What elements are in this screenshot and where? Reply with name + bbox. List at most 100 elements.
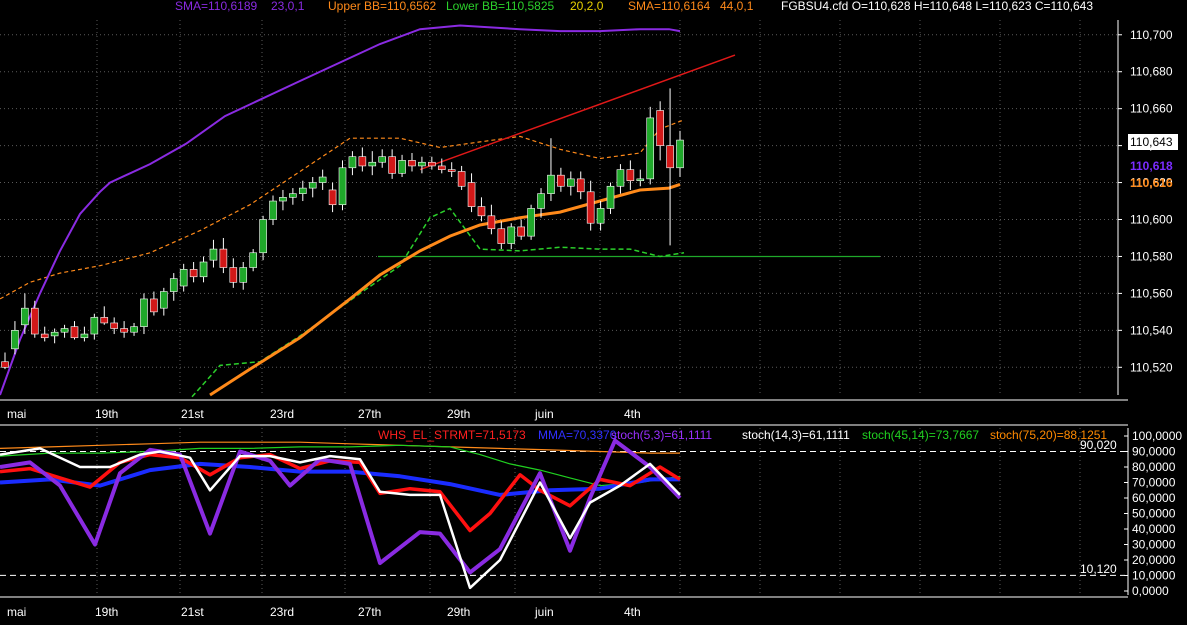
sma-slow-label: SMA=110,6164 bbox=[628, 0, 710, 13]
candle-body bbox=[80, 333, 89, 339]
osc-legend-item: stoch(14,3)=61,1111 bbox=[742, 428, 850, 442]
candle-body bbox=[576, 178, 585, 193]
chart-background bbox=[0, 0, 1187, 625]
candle-body bbox=[517, 226, 525, 237]
date-tick-label: 29th bbox=[447, 605, 470, 619]
candle-body bbox=[388, 156, 396, 174]
candle-body bbox=[21, 307, 29, 326]
level-low-label: 10,120 bbox=[1080, 562, 1117, 576]
quote-label: FGBSU4.cfd O=110,628 H=110,648 L=110,623… bbox=[781, 0, 1093, 13]
candle-body bbox=[477, 206, 486, 217]
bb-lower-label: Lower BB=110,5825 bbox=[446, 0, 555, 13]
candle-body bbox=[616, 169, 625, 187]
price-tick-label: 110,700 bbox=[1130, 28, 1173, 42]
candle-body bbox=[596, 208, 605, 224]
osc-tick-label: 30,0000 bbox=[1132, 538, 1176, 552]
candle-body bbox=[50, 331, 59, 337]
candle-body bbox=[289, 193, 297, 198]
trading-chart[interactable]: SMA=110,6189 23,0,1 Upper BB=110,6562 Lo… bbox=[0, 0, 1187, 625]
candle-body bbox=[447, 169, 456, 172]
candle-body bbox=[169, 278, 178, 292]
date-tick-label: juin bbox=[534, 605, 554, 619]
osc-tick-label: 20,0000 bbox=[1132, 553, 1176, 567]
oscillator-axis: 100,0000 90,000080,0000 70,000060,0000 50,0… bbox=[1124, 428, 1182, 598]
candle-body bbox=[189, 269, 198, 278]
candle-body bbox=[308, 182, 317, 189]
osc-legend-item: WHS_EL_STRMT=71,5173 bbox=[378, 428, 526, 442]
osc-tick-label: 80,0000 bbox=[1132, 460, 1176, 474]
candle-body bbox=[338, 167, 347, 206]
date-tick-label: mai bbox=[7, 407, 26, 421]
candle-body bbox=[537, 193, 545, 209]
candle-body bbox=[418, 161, 426, 167]
candle-body bbox=[229, 267, 238, 283]
candle-body bbox=[110, 322, 118, 329]
candle-body bbox=[567, 178, 575, 187]
sma-slow-params: 44,0,1 bbox=[720, 0, 754, 13]
candle-body bbox=[666, 145, 674, 169]
candle-body bbox=[11, 330, 19, 350]
candle-body bbox=[676, 139, 684, 169]
candle-body bbox=[140, 298, 148, 327]
candle-body bbox=[150, 298, 158, 313]
osc-legend-item: stoch(45,14)=73,7667 bbox=[862, 428, 979, 442]
sma-fast-label: SMA=110,6189 bbox=[175, 0, 257, 13]
sma-slow-axis-label: 110,616 bbox=[1130, 176, 1173, 190]
osc-tick-label: 40,0000 bbox=[1132, 522, 1176, 536]
candle-body bbox=[298, 187, 307, 194]
bb-upper-label: Upper BB=110,6562 bbox=[328, 0, 437, 13]
candle-body bbox=[40, 333, 49, 339]
price-tick-label: 110,540 bbox=[1130, 323, 1173, 337]
candle-body bbox=[527, 208, 535, 237]
candle-body bbox=[368, 161, 377, 167]
candle-body bbox=[398, 160, 406, 174]
candle-body bbox=[467, 182, 476, 207]
candle-body bbox=[626, 169, 635, 182]
candle-body bbox=[219, 248, 228, 268]
date-tick-label: 27th bbox=[358, 605, 381, 619]
candle-body bbox=[179, 269, 188, 287]
candle-body bbox=[457, 171, 466, 187]
price-tick-label: 110,660 bbox=[1130, 102, 1173, 116]
candle-body bbox=[487, 215, 496, 230]
price-tick-label: 110,560 bbox=[1130, 286, 1173, 300]
candle-body bbox=[160, 291, 168, 309]
candle-body bbox=[130, 326, 138, 333]
sma-fast-axis-label: 110,618 bbox=[1130, 159, 1173, 173]
date-tick-label: 23rd bbox=[270, 407, 294, 421]
candle-body bbox=[60, 328, 69, 333]
level-high-label: 90,020 bbox=[1080, 438, 1117, 452]
osc-tick-label: 50,0000 bbox=[1132, 507, 1176, 521]
date-tick-label: 27th bbox=[358, 407, 381, 421]
candle-body bbox=[547, 174, 555, 194]
candle-body bbox=[348, 156, 357, 169]
date-tick-label: 21st bbox=[181, 407, 204, 421]
date-tick-label: mai bbox=[7, 605, 26, 619]
candle-body bbox=[30, 307, 39, 335]
candle-body bbox=[358, 156, 367, 167]
osc-tick-label: 0,0000 bbox=[1132, 584, 1169, 598]
candle-body bbox=[646, 117, 655, 180]
osc-tick-label: 70,0000 bbox=[1132, 476, 1176, 490]
candle-body bbox=[378, 156, 387, 163]
osc-tick-label: 90,0000 bbox=[1132, 445, 1176, 459]
bb-params: 20,2,0 bbox=[570, 0, 604, 13]
candle-body bbox=[249, 252, 257, 268]
candle-body bbox=[209, 248, 218, 261]
candle-body bbox=[318, 176, 327, 183]
candle-body bbox=[120, 328, 128, 333]
date-tick-label: 19th bbox=[95, 407, 118, 421]
candle-body bbox=[507, 226, 516, 244]
candle-body bbox=[497, 228, 506, 244]
candle-body bbox=[606, 185, 615, 209]
osc-tick-label: 100,0000 bbox=[1132, 429, 1182, 443]
last-price-label: 110,643 bbox=[1130, 135, 1173, 149]
candle-body bbox=[557, 174, 565, 187]
candle-body bbox=[1, 361, 9, 368]
candle-body bbox=[437, 165, 446, 170]
price-tick-label: 110,580 bbox=[1130, 249, 1173, 263]
date-tick-label: 29th bbox=[447, 407, 470, 421]
candle-body bbox=[656, 110, 664, 146]
date-tick-label: 21st bbox=[181, 605, 204, 619]
osc-legend-item: MMA=70,3370 bbox=[538, 428, 617, 442]
